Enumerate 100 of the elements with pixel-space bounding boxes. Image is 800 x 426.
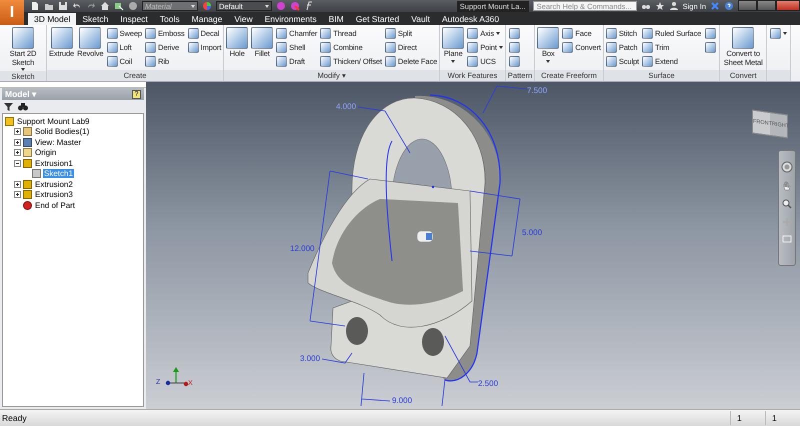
ribbon-tab[interactable]: Environments xyxy=(258,13,323,25)
color-wheel-icon[interactable] xyxy=(202,1,212,11)
tree-item[interactable]: Origin xyxy=(34,148,58,158)
status-message: Ready xyxy=(1,413,28,423)
tree-item[interactable]: Solid Bodies(1) xyxy=(34,127,90,136)
dimension-line xyxy=(482,86,528,114)
tool-icon xyxy=(705,42,716,53)
status-field: 1 xyxy=(765,411,800,425)
function-icon[interactable] xyxy=(304,1,314,11)
undo-icon[interactable] xyxy=(72,1,82,11)
tool-icon xyxy=(106,56,118,67)
tool-icon xyxy=(442,27,464,49)
ribbon-tab[interactable]: Inspect xyxy=(114,13,154,25)
folder-icon xyxy=(23,127,32,136)
dimension-line xyxy=(322,352,352,364)
caret-icon xyxy=(265,4,269,8)
zoom-icon[interactable] xyxy=(782,199,792,209)
dimension-line xyxy=(470,190,520,256)
ribbon-button[interactable] xyxy=(506,27,522,40)
binoculars-icon[interactable] xyxy=(18,102,28,111)
dimension-label: 4.000 xyxy=(336,102,356,111)
user-icon[interactable] xyxy=(668,1,679,11)
select-icon[interactable] xyxy=(114,1,124,11)
tool-icon xyxy=(50,27,73,49)
tool-icon xyxy=(606,56,617,67)
tool-icon xyxy=(705,28,716,39)
tool-icon xyxy=(562,42,574,53)
tool-icon xyxy=(145,28,156,39)
ribbon-tab[interactable]: Vault xyxy=(405,13,436,25)
tool-icon xyxy=(106,42,118,53)
pan-hand-icon[interactable] xyxy=(782,181,792,191)
tool-icon xyxy=(642,42,654,53)
extrusion-icon xyxy=(23,158,32,168)
tool-icon xyxy=(320,42,332,53)
ribbon-tab[interactable]: Manage xyxy=(186,13,228,25)
part-icon xyxy=(5,116,14,126)
appearance-icon[interactable] xyxy=(276,1,286,11)
tree-item[interactable]: Extrusion1 xyxy=(34,158,74,168)
expander-icon[interactable] xyxy=(14,138,21,146)
minimize-button[interactable] xyxy=(738,0,757,11)
star-icon[interactable] xyxy=(654,1,665,11)
redo-icon[interactable] xyxy=(86,1,96,11)
tree-item[interactable]: View: Master xyxy=(34,138,82,147)
tool-icon xyxy=(642,28,654,39)
tool-icon xyxy=(606,28,617,39)
ribbon-tab[interactable]: BIM xyxy=(322,13,350,25)
tool-icon xyxy=(384,56,396,67)
dimension-label: 7.500 xyxy=(527,86,548,95)
ribbon-button[interactable] xyxy=(506,55,522,68)
tool-icon xyxy=(276,28,288,39)
close-button[interactable] xyxy=(776,0,800,11)
clear-appearance-icon[interactable] xyxy=(290,1,300,11)
expander-icon[interactable] xyxy=(14,191,21,198)
tool-icon xyxy=(467,28,478,39)
tree-item[interactable]: Support Mount Lab9 xyxy=(16,116,90,126)
tool-icon xyxy=(251,27,274,49)
save-icon[interactable] xyxy=(58,1,68,11)
steering-wheel-icon[interactable] xyxy=(781,161,793,173)
tool-icon xyxy=(276,56,288,67)
tree-item[interactable]: Extrusion2 xyxy=(34,180,74,189)
ribbon-tab[interactable]: Tools xyxy=(154,13,186,25)
expander-icon[interactable] xyxy=(14,160,21,167)
status-field: 1 xyxy=(730,411,765,425)
tree-item[interactable]: Extrusion3 xyxy=(34,190,74,200)
tool-icon xyxy=(467,42,478,53)
tool-icon xyxy=(145,56,156,67)
tree-item[interactable]: End of Part xyxy=(34,200,76,210)
ribbon-button[interactable] xyxy=(768,27,790,40)
ribbon-tab[interactable]: Sketch xyxy=(76,13,114,25)
tool-icon xyxy=(276,42,288,53)
tool-icon xyxy=(320,28,332,39)
home-icon[interactable] xyxy=(100,1,110,11)
view-icon xyxy=(23,138,32,147)
stop-icon xyxy=(23,200,32,210)
expander-icon[interactable] xyxy=(14,180,21,188)
help-icon[interactable] xyxy=(724,1,734,11)
tool-icon xyxy=(320,56,332,67)
ribbon-button[interactable] xyxy=(506,41,522,54)
tool-icon xyxy=(106,28,118,39)
filter-icon[interactable] xyxy=(4,102,13,111)
ribbon-tab[interactable]: Autodesk A360 xyxy=(436,13,506,25)
ribbon-tab[interactable]: Get Started xyxy=(350,13,406,25)
expander-icon[interactable] xyxy=(14,128,21,136)
caret-icon xyxy=(191,4,195,8)
tool-icon xyxy=(188,28,199,39)
tool-icon xyxy=(508,28,520,39)
ribbon-tab[interactable]: View xyxy=(228,13,259,25)
sketch-icon xyxy=(32,169,41,178)
exchange-icon[interactable] xyxy=(710,1,720,11)
dimension-label: 3.000 xyxy=(300,354,320,363)
tool-icon xyxy=(384,42,396,53)
dimension-label: 2.500 xyxy=(478,379,498,388)
tool-icon xyxy=(508,56,520,67)
ribbon-button[interactable] xyxy=(703,41,718,54)
tool-icon xyxy=(145,42,156,53)
ribbon-tab[interactable]: 3D Model xyxy=(28,13,76,25)
expander-icon[interactable] xyxy=(14,149,21,156)
tool-icon xyxy=(188,42,199,53)
maximize-button[interactable] xyxy=(757,0,776,11)
ribbon-button[interactable] xyxy=(703,27,718,40)
